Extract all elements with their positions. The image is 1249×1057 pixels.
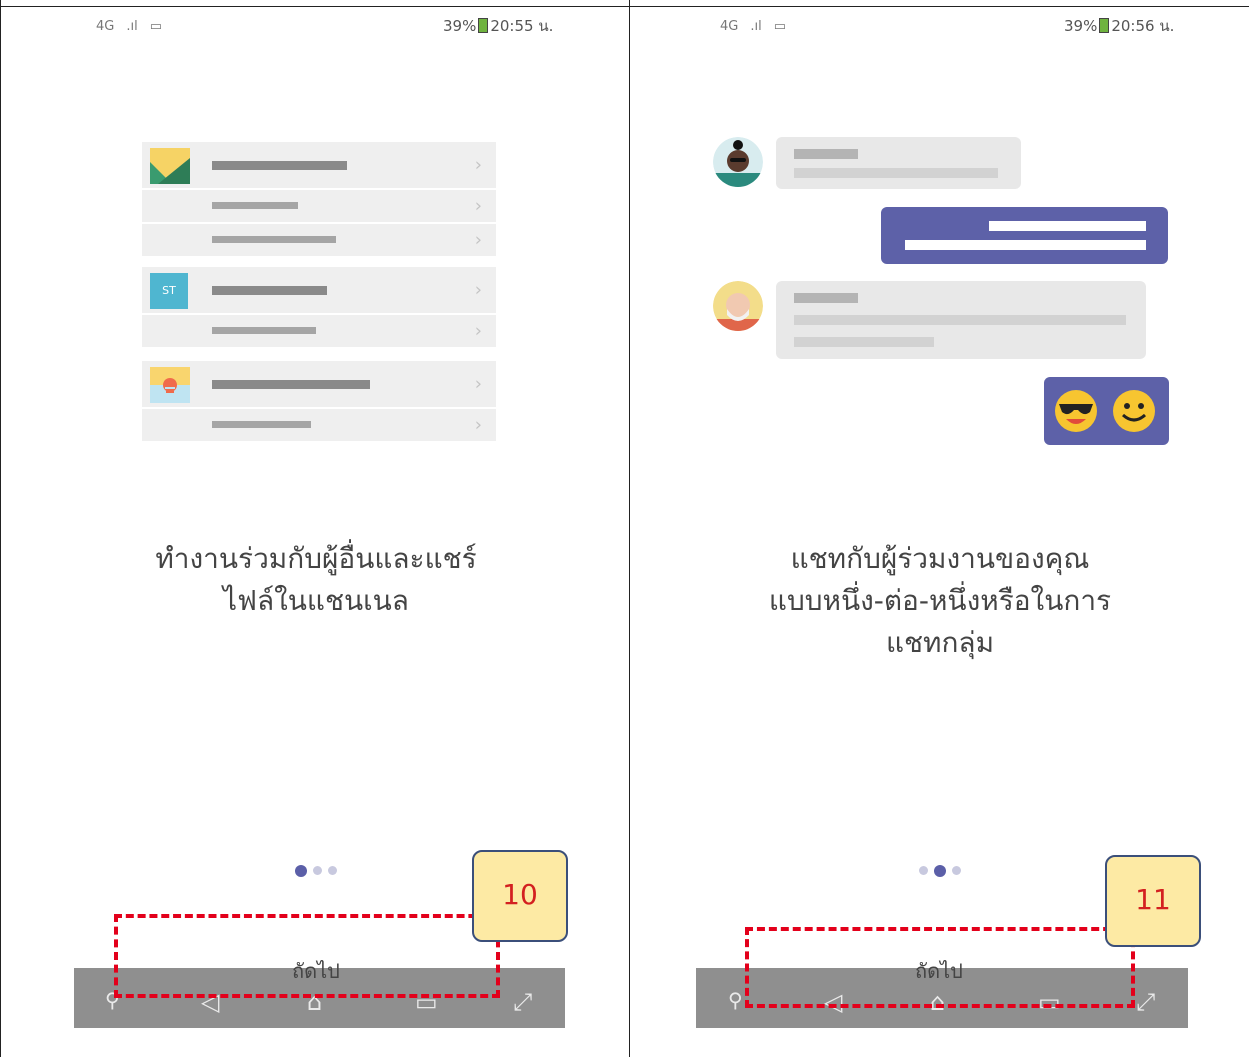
onboarding-caption: ทำงานร่วมกับผู้อื่นและแชร์ ไฟล์ในแชนเนล — [61, 538, 571, 622]
list-item: › — [142, 142, 496, 190]
network-label: 4G — [720, 18, 739, 34]
status-bar-left: 4G .ıl ▭ — [720, 14, 786, 38]
highlight-box — [745, 927, 1135, 1008]
chevron-right-icon: › — [474, 320, 482, 342]
caption-line: ทำงานร่วมกับผู้อื่นและแชร์ — [155, 542, 477, 575]
onboarding-caption: แชทกับผู้ร่วมงานของคุณ แบบหนึ่ง-ต่อ-หนึ่… — [690, 538, 1190, 664]
pin-icon[interactable]: ⚲ — [728, 988, 743, 1012]
list-item: › — [142, 361, 496, 409]
battery-percent: 39% — [1064, 17, 1098, 35]
signal-bars-icon: .ıl — [126, 18, 138, 34]
sunset-thumb-icon — [150, 367, 190, 403]
step-badge: 11 — [1105, 855, 1201, 947]
expand-icon[interactable]: ⤢ — [1136, 988, 1155, 1016]
highlight-box — [114, 914, 500, 998]
chat-bubble-outgoing — [881, 207, 1168, 264]
page-dot — [313, 866, 322, 875]
chevron-right-icon: › — [474, 414, 482, 436]
caption-line: แชทกับผู้ร่วมงานของคุณ — [790, 542, 1090, 575]
network-label: 4G — [96, 18, 115, 34]
page-indicator — [919, 865, 961, 877]
divider — [630, 6, 1249, 7]
status-bar-right: 39% 20:56 น. — [1064, 14, 1174, 38]
page-dot-active — [295, 865, 307, 877]
team-thumb: ST — [150, 273, 188, 309]
list-item: › — [142, 315, 496, 347]
chevron-right-icon: › — [474, 279, 482, 301]
list-item: › — [142, 224, 496, 256]
list-item: › — [142, 409, 496, 441]
page-indicator — [295, 865, 337, 877]
clock: 20:55 น. — [490, 17, 554, 35]
avatar-man-icon — [713, 281, 763, 331]
divider — [1, 6, 629, 7]
chat-bubble-emoji — [1044, 377, 1169, 445]
battery-icon — [1099, 18, 1110, 33]
status-bar-right: 39% 20:55 น. — [443, 14, 553, 38]
chevron-right-icon: › — [474, 373, 482, 395]
battery-icon — [478, 18, 489, 33]
page-dot — [952, 866, 961, 875]
caption-line: แชทกลุ่ม — [885, 626, 995, 659]
expand-icon[interactable]: ⤢ — [513, 988, 532, 1016]
caption-line: แบบหนึ่ง-ต่อ-หนึ่งหรือในการ — [768, 584, 1112, 617]
list-item: ST › — [142, 267, 496, 315]
signal-bars-icon: .ıl — [750, 18, 762, 34]
chat-bubble-incoming — [776, 281, 1146, 359]
page-dot — [328, 866, 337, 875]
caption-line: ไฟล์ในแชนเนล — [223, 584, 409, 617]
image-icon: ▭ — [149, 18, 163, 34]
chat-bubble-incoming — [776, 137, 1021, 189]
chevron-right-icon: › — [474, 229, 482, 251]
battery-percent: 39% — [443, 17, 477, 35]
illustration-list-group-3: › › — [142, 361, 496, 441]
page-dot-active — [934, 865, 946, 877]
page-dot — [919, 866, 928, 875]
clock: 20:56 น. — [1111, 17, 1175, 35]
image-icon: ▭ — [773, 18, 787, 34]
list-item: › — [142, 190, 496, 224]
smiley-emoji-icon — [1113, 390, 1155, 432]
sunglasses-emoji-icon — [1055, 390, 1097, 432]
illustration-list-group-2: ST › › — [142, 267, 496, 347]
avatar-woman-icon — [713, 137, 763, 187]
landscape-thumb-icon — [150, 148, 190, 184]
screenshot-panel-10: 4G .ıl ▭ 39% 20:55 น. › › › ST › › › › ท… — [0, 0, 630, 1057]
chevron-right-icon: › — [474, 154, 482, 176]
screenshot-panel-11: 4G .ıl ▭ 39% 20:56 น. แชทกับผู้ร่วมงานขอ… — [630, 0, 1249, 1057]
chevron-right-icon: › — [474, 195, 482, 217]
status-bar-left: 4G .ıl ▭ — [96, 14, 162, 38]
step-badge: 10 — [472, 850, 568, 942]
illustration-list-group-1: › › › — [142, 142, 496, 256]
